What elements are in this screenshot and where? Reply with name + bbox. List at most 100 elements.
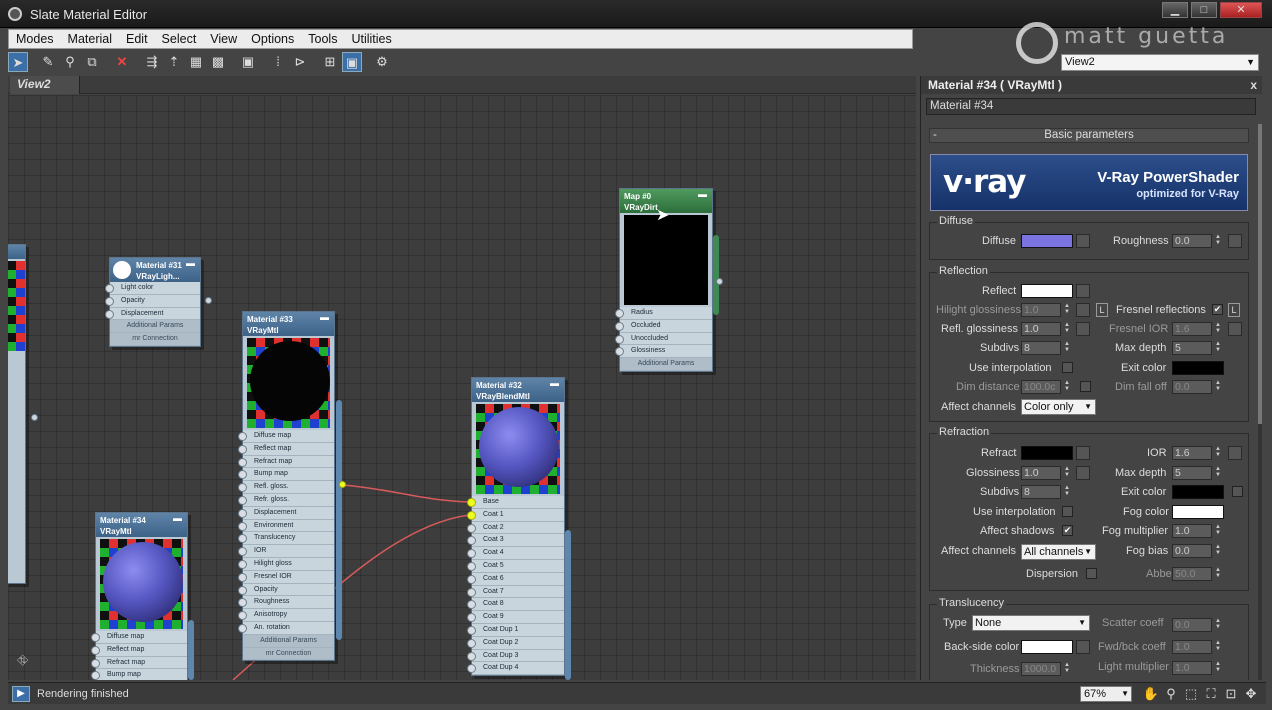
slot[interactable]: Refract map xyxy=(91,656,187,670)
maximize-button[interactable]: □ xyxy=(1191,2,1217,18)
zoom-extents-icon[interactable]: ⛶ xyxy=(1202,685,1220,703)
slot[interactable]: Coat 5 xyxy=(467,559,564,573)
put-to-scene-icon[interactable]: ⧉ xyxy=(82,52,102,72)
output-port[interactable] xyxy=(716,278,723,285)
slot[interactable]: Diffuse map xyxy=(91,631,187,644)
node-material-31[interactable]: Material #31 VRayLigh... ▬ Light color O… xyxy=(105,257,201,347)
slot[interactable]: Coat Dup 2 xyxy=(467,636,564,650)
light-multiplier-spinner[interactable]: 1.0 xyxy=(1172,661,1212,675)
slot-group[interactable]: mr Connection xyxy=(243,647,334,661)
dim-falloff-spinner[interactable]: 0.0 xyxy=(1172,380,1212,394)
spinner-arrows-icon[interactable]: ▲ ▼ xyxy=(1214,446,1222,460)
delete-icon[interactable]: ✕ xyxy=(112,52,132,72)
fresnel-ior-spinner[interactable]: 1.6 xyxy=(1172,322,1212,336)
back-side-map-button[interactable] xyxy=(1076,640,1090,654)
slot[interactable]: Opacity xyxy=(238,583,334,597)
scrollbar-thumb[interactable] xyxy=(1258,124,1262,424)
slot[interactable]: Coat 8 xyxy=(467,598,564,612)
zoom-icon[interactable]: ⚲ xyxy=(1162,685,1180,703)
use-interpolation-checkbox[interactable] xyxy=(1062,362,1073,373)
node-minimize-button[interactable]: ▬ xyxy=(698,189,707,200)
slot[interactable]: Unoccluded xyxy=(615,332,712,346)
subdivs-spinner[interactable]: 8 xyxy=(1021,485,1061,499)
slot[interactable]: Opacity xyxy=(105,294,200,308)
reflect-color-swatch[interactable] xyxy=(1021,284,1073,298)
rollout-basic-parameters[interactable]: - Basic parameters xyxy=(929,128,1249,143)
slot[interactable]: Coat 2 xyxy=(467,521,564,535)
spinner-arrows-icon[interactable]: ▲ ▼ xyxy=(1214,380,1222,394)
spinner-arrows-icon[interactable]: ▲ ▼ xyxy=(1214,640,1222,654)
slot[interactable]: Coat 7 xyxy=(467,585,564,599)
fwd-bck-coeff-spinner[interactable]: 1.0 xyxy=(1172,640,1212,654)
affect-channels-dropdown[interactable]: Color only ▼ xyxy=(1021,399,1096,415)
menu-select[interactable]: Select xyxy=(155,32,204,46)
spinner-arrows-icon[interactable]: ▲ ▼ xyxy=(1214,234,1222,248)
back-side-color-swatch[interactable] xyxy=(1021,640,1073,654)
menu-view[interactable]: View xyxy=(203,32,244,46)
menu-utilities[interactable]: Utilities xyxy=(344,32,398,46)
ior-map-button[interactable] xyxy=(1228,446,1242,460)
slot[interactable]: Displacement xyxy=(238,506,334,520)
slot[interactable]: Diffuse map xyxy=(238,430,334,443)
slot[interactable]: Coat Dup 4 xyxy=(467,662,564,676)
output-port[interactable] xyxy=(205,297,212,304)
panel-close-button[interactable]: x xyxy=(1250,76,1257,94)
ior-spinner[interactable]: 1.6 xyxy=(1172,446,1212,460)
slot-group[interactable]: Additional Params xyxy=(110,320,200,334)
slot[interactable]: Fresnel IOR xyxy=(238,570,334,584)
refract-map-button[interactable] xyxy=(1076,446,1090,460)
subdivs-spinner[interactable]: 8 xyxy=(1021,341,1061,355)
node-minimize-button[interactable]: ▬ xyxy=(550,378,559,389)
lock-hilight-button[interactable]: L xyxy=(1096,303,1108,317)
slot-group[interactable]: mr Connection xyxy=(110,333,200,346)
spinner-arrows-icon[interactable]: ▲ ▼ xyxy=(1214,524,1222,538)
affect-shadows-checkbox[interactable]: ✔ xyxy=(1062,525,1073,536)
node-material-32[interactable]: Material #32 VRayBlendMtl ▬ Base Coat 1 Co… xyxy=(467,377,565,677)
refl-gloss-map-button[interactable] xyxy=(1076,322,1090,336)
node-offscreen-left[interactable] xyxy=(8,244,26,584)
fog-bias-spinner[interactable]: 0.0 xyxy=(1172,544,1212,558)
view-selector-dropdown[interactable]: View2 ▼ xyxy=(1061,54,1259,71)
spinner-arrows-icon[interactable]: ▲ ▼ xyxy=(1063,662,1071,676)
pan-to-selected-icon[interactable]: ✥ xyxy=(1242,685,1260,703)
slot[interactable]: Coat 4 xyxy=(467,547,564,560)
spinner-arrows-icon[interactable]: ▲ ▼ xyxy=(1214,661,1222,675)
slot[interactable]: Coat Dup 3 xyxy=(467,649,564,663)
menu-material[interactable]: Material xyxy=(61,32,119,46)
slot[interactable]: Coat 3 xyxy=(467,534,564,548)
exit-color-swatch[interactable] xyxy=(1172,361,1224,375)
menu-options[interactable]: Options xyxy=(244,32,301,46)
open-close-icon[interactable]: ⊞ xyxy=(320,52,340,72)
menu-tools[interactable]: Tools xyxy=(301,32,344,46)
slot[interactable]: Base xyxy=(467,496,564,509)
slot[interactable]: Refl. gloss. xyxy=(238,481,334,494)
zoom-region-icon[interactable]: ⬚ xyxy=(1182,685,1200,703)
hide-unused-icon[interactable]: ⇡ xyxy=(164,52,184,72)
dim-distance-checkbox[interactable] xyxy=(1080,381,1091,392)
slot[interactable]: IOR xyxy=(238,545,334,558)
slot[interactable]: Refr. gloss. xyxy=(238,493,334,507)
refract-color-swatch[interactable] xyxy=(1021,446,1073,460)
menu-modes[interactable]: Modes xyxy=(9,32,61,46)
lock-fresnel-button[interactable]: L xyxy=(1228,303,1240,317)
view-in-icon[interactable]: ▣ xyxy=(342,52,362,72)
fresnel-ior-map-button[interactable] xyxy=(1228,322,1242,336)
node-minimize-button[interactable]: ▬ xyxy=(173,513,182,524)
spinner-arrows-icon[interactable]: ▲ ▼ xyxy=(1214,341,1222,355)
use-interpolation-checkbox[interactable] xyxy=(1062,506,1073,517)
dim-distance-spinner[interactable]: 100.0c xyxy=(1021,380,1061,394)
scatter-coeff-spinner[interactable]: 0.0 xyxy=(1172,618,1212,632)
layout-all-icon[interactable]: ▦ xyxy=(186,52,206,72)
fog-color-swatch[interactable] xyxy=(1172,505,1224,519)
eyedropper-icon[interactable]: ✎ xyxy=(38,52,58,72)
node-minimize-button[interactable]: ▬ xyxy=(320,312,329,323)
hilight-glossiness-spinner[interactable]: 1.0 xyxy=(1021,303,1061,317)
reflect-map-button[interactable] xyxy=(1076,284,1090,298)
glossiness-map-button[interactable] xyxy=(1076,466,1090,480)
translucency-type-dropdown[interactable]: None ▼ xyxy=(972,615,1090,631)
slot[interactable]: Environment xyxy=(238,519,334,533)
refl-glossiness-spinner[interactable]: 1.0 xyxy=(1021,322,1061,336)
max-depth-spinner[interactable]: 5 xyxy=(1172,466,1212,480)
zoom-dropdown[interactable]: 67% ▼ xyxy=(1080,686,1132,702)
max-depth-spinner[interactable]: 5 xyxy=(1172,341,1212,355)
